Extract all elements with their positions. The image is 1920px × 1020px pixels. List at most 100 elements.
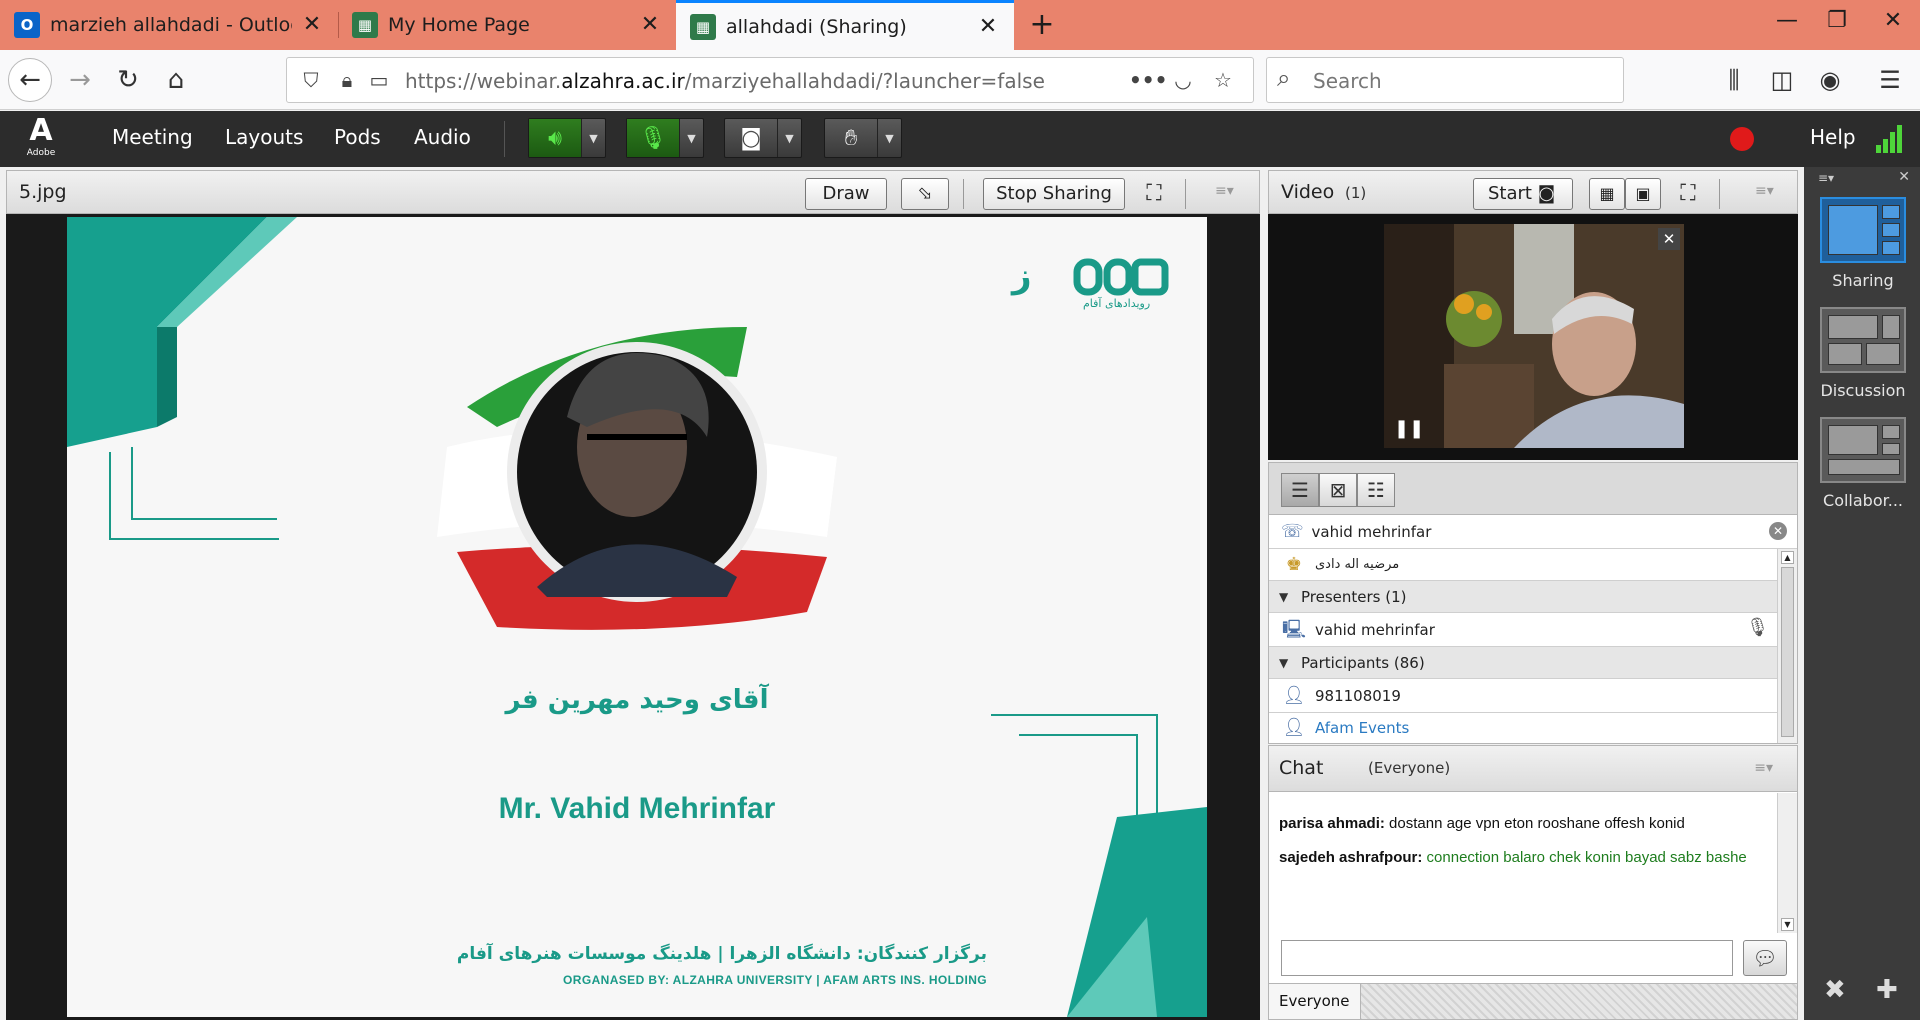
record-icon[interactable] [1730, 127, 1754, 151]
account-icon[interactable]: ◉ [1810, 60, 1850, 100]
speaker-icon[interactable]: 🔊︎ [529, 119, 581, 157]
chevron-down-icon[interactable]: ▼ [581, 119, 605, 157]
forward-button[interactable]: → [60, 60, 100, 100]
browser-tab-outlook[interactable]: O marzieh allahdadi - Outlook W ✕ [0, 0, 338, 50]
layout-discussion[interactable]: Discussion [1818, 307, 1908, 400]
pocket-icon[interactable]: ◡ [1169, 66, 1197, 94]
new-tab-button[interactable]: + [1022, 6, 1062, 46]
webcam-control[interactable]: ◙ ▼ [724, 118, 802, 158]
breakout-view-icon[interactable]: ⊠ [1319, 473, 1357, 507]
share-pod: 5.jpg Draw ⬂ Stop Sharing ⛶ ≡▾ ز رویداده… [6, 170, 1260, 1020]
close-icon[interactable]: ✕ [1898, 169, 1910, 185]
list-item[interactable]: 👤︎ 981108019 [1269, 679, 1777, 713]
layout-thumbnail [1820, 197, 1906, 263]
pod-options-icon[interactable]: ≡▾ [1755, 183, 1774, 199]
shield-icon[interactable]: ⛉ [297, 66, 325, 94]
list-item[interactable]: 🖳︎ vahid mehrinfar 🎙︎ [1269, 613, 1777, 647]
draw-button[interactable]: Draw [805, 178, 887, 210]
speaker-control[interactable]: 🔊︎ ▼ [528, 118, 606, 158]
scroll-thumb[interactable] [1781, 567, 1794, 737]
participant-icon: 👤︎ [1282, 684, 1306, 706]
reload-button[interactable]: ↻ [108, 60, 148, 100]
layouts-menu-icon[interactable]: ≡▾ [1818, 171, 1834, 185]
close-icon[interactable]: ✕ [300, 13, 324, 37]
library-icon[interactable]: ⫼ [1714, 60, 1754, 100]
pod-options-icon[interactable]: ≡▾ [1215, 183, 1234, 199]
url-bar[interactable]: ⛉ 🔒︎ ▭ https://webinar.alzahra.ac.ir/mar… [286, 57, 1254, 103]
attendee-search-row[interactable]: ☏ vahid mehrinfar ✕ [1269, 515, 1797, 549]
search-input[interactable]: Search [1313, 69, 1382, 93]
minimize-button[interactable]: — [1762, 4, 1812, 38]
afam-logo [1131, 258, 1169, 296]
speech-bubble-icon: 💬︎ [1752, 946, 1778, 970]
menu-pods[interactable]: Pods [334, 125, 381, 149]
add-layout-icon[interactable]: ✚ [1876, 975, 1898, 1005]
grid-view-icon[interactable]: ▦ [1589, 178, 1625, 210]
chevron-down-icon[interactable]: ▼ [679, 119, 703, 157]
menu-meeting[interactable]: Meeting [112, 125, 193, 149]
browser-tab-sharing[interactable]: ▦ allahdadi (Sharing) ✕ [676, 0, 1014, 50]
presenters-group[interactable]: ▼ Presenters (1) [1269, 581, 1777, 613]
window-close-button[interactable]: ✕ [1868, 4, 1918, 38]
browser-tab-home[interactable]: ▦ My Home Page ✕ [338, 0, 676, 50]
list-item[interactable]: 👤︎ Afam Events [1269, 713, 1777, 743]
microphone-icon[interactable]: 🎙︎ [627, 119, 679, 157]
chat-input[interactable] [1281, 940, 1733, 976]
list-view-icon[interactable]: ☰ [1281, 473, 1319, 507]
microphone-control[interactable]: 🎙︎ ▼ [626, 118, 704, 158]
close-icon[interactable]: ✕ [976, 14, 1000, 39]
chat-scrollbar[interactable]: ▼ [1777, 793, 1797, 933]
home-button[interactable]: ⌂ [156, 60, 196, 100]
fullscreen-icon[interactable]: ⛶ [1673, 179, 1703, 209]
presenter-icon: 🖳︎ [1281, 618, 1306, 640]
search-bar[interactable]: ⌕ Search [1266, 57, 1624, 103]
help-menu[interactable]: Help [1810, 125, 1856, 149]
attendee-search-input[interactable]: vahid mehrinfar [1312, 523, 1432, 541]
fullscreen-icon[interactable]: ⛶ [1139, 179, 1169, 209]
pod-options-icon[interactable]: ≡▾ [1754, 760, 1773, 776]
layout-collaboration[interactable]: Collabor... [1818, 417, 1908, 510]
hamburger-menu-icon[interactable]: ☰ [1870, 60, 1910, 100]
status-view-icon[interactable]: ☷ [1357, 473, 1395, 507]
tools-icon[interactable]: ✖ [1824, 975, 1846, 1005]
start-webcam-button[interactable]: Start ◙ [1473, 178, 1573, 210]
afam-logo [1073, 258, 1103, 296]
microphone-active-icon: 🎙︎ [1746, 617, 1769, 638]
filmstrip-view-icon[interactable]: ▣ [1625, 178, 1661, 210]
clear-search-icon[interactable]: ✕ [1769, 522, 1787, 540]
stop-sharing-button[interactable]: Stop Sharing [983, 178, 1125, 210]
page-actions-icon[interactable]: ••• [1129, 66, 1167, 94]
speaker-name-fa: آقای وحید مهرین فر [505, 685, 769, 715]
webcam-icon[interactable]: ◙ [725, 119, 777, 157]
tab-title: My Home Page [388, 14, 530, 36]
pause-icon[interactable]: ❚❚ [1394, 418, 1424, 440]
layout-sharing[interactable]: Sharing [1818, 197, 1908, 290]
layout-thumbnail [1820, 307, 1906, 373]
raise-hand-icon[interactable]: ✋︎ [825, 119, 877, 157]
close-icon[interactable]: ✕ [638, 13, 662, 37]
raise-hand-control[interactable]: ✋︎ ▼ [824, 118, 902, 158]
list-item[interactable]: ♚ مرضیه اله دادی [1269, 549, 1777, 581]
back-button[interactable]: ← [8, 58, 52, 102]
scroll-up-icon[interactable]: ▲ [1781, 551, 1794, 564]
webcam-video[interactable]: ✕ ❚❚ [1384, 224, 1684, 448]
menu-layouts[interactable]: Layouts [225, 125, 303, 149]
chevron-down-icon[interactable]: ▼ [777, 119, 801, 157]
bookmark-star-icon[interactable]: ☆ [1209, 66, 1237, 94]
chevron-down-icon[interactable]: ▼ [877, 119, 901, 157]
permissions-icon[interactable]: ▭ [365, 66, 393, 94]
participants-group[interactable]: ▼ Participants (86) [1269, 647, 1777, 679]
attendee-scrollbar[interactable]: ▲ [1777, 549, 1797, 743]
url-text[interactable]: https://webinar.alzahra.ac.ir/marziyehal… [405, 69, 1045, 93]
university-logo: ز [1010, 256, 1032, 296]
lock-icon[interactable]: 🔒︎ [333, 66, 361, 94]
menu-audio[interactable]: Audio [414, 125, 471, 149]
close-icon[interactable]: ✕ [1658, 228, 1680, 250]
send-message-button[interactable]: 💬︎ [1743, 940, 1787, 976]
sidebar-icon[interactable]: ◫ [1762, 60, 1802, 100]
pointer-tool-button[interactable]: ⬂ [901, 178, 949, 210]
restore-button[interactable]: ❐ [1812, 4, 1862, 38]
tab-everyone[interactable]: Everyone [1269, 984, 1361, 1019]
scroll-down-icon[interactable]: ▼ [1781, 918, 1794, 931]
navigation-bar: ← → ↻ ⌂ ⛉ 🔒︎ ▭ https://webinar.alzahra.a… [0, 50, 1920, 110]
